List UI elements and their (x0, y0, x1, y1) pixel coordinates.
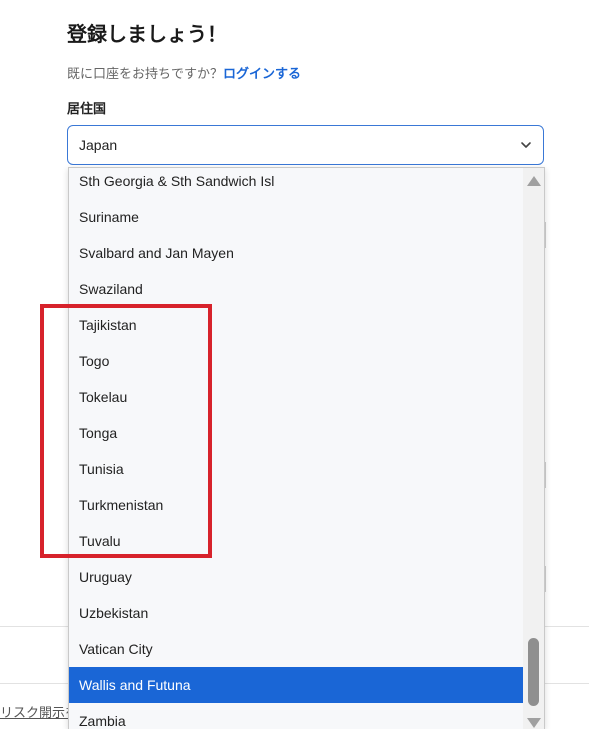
country-select[interactable]: Japan (67, 125, 544, 165)
dropdown-option[interactable]: Swaziland (69, 271, 524, 307)
page-title: 登録しましょう！ (67, 24, 227, 46)
background-field-edge (545, 566, 546, 592)
footer-partial-text: リスク開示を (0, 702, 78, 721)
scroll-thumb[interactable] (528, 638, 539, 706)
dropdown-options: Sth Georgia & Sth Sandwich Isl Suriname Sv… (69, 168, 524, 729)
login-prompt: 既に口座をお持ちですか？ログインする (67, 63, 301, 82)
dropdown-option[interactable]: Togo (69, 343, 524, 379)
dropdown-scrollbar[interactable] (523, 168, 544, 729)
dropdown-option[interactable]: Tunisia (69, 451, 524, 487)
scroll-up-arrow-icon[interactable] (527, 176, 541, 186)
dropdown-option[interactable]: Zambia (69, 703, 524, 729)
dropdown-option[interactable]: Vatican City (69, 631, 524, 667)
dropdown-option[interactable]: Tuvalu (69, 523, 524, 559)
dropdown-option[interactable]: Uzbekistan (69, 595, 524, 631)
risk-disclosure-link[interactable]: リスク開示を (0, 705, 78, 720)
background-field-edge (545, 462, 546, 488)
country-dropdown-list[interactable]: Sth Georgia & Sth Sandwich Isl Suriname Sv… (68, 167, 545, 729)
country-field-label: 居住国 (67, 101, 107, 116)
dropdown-option[interactable]: Tokelau (69, 379, 524, 415)
dropdown-option[interactable]: Svalbard and Jan Mayen (69, 235, 524, 271)
dropdown-option[interactable]: Uruguay (69, 559, 524, 595)
chevron-down-icon (521, 142, 531, 148)
dropdown-option[interactable]: Turkmenistan (69, 487, 524, 523)
background-field-edge (545, 222, 546, 248)
dropdown-option[interactable]: Sth Georgia & Sth Sandwich Isl (69, 168, 524, 199)
dropdown-option[interactable]: Tonga (69, 415, 524, 451)
country-select-value: Japan (79, 137, 118, 153)
scroll-down-arrow-icon[interactable] (527, 718, 541, 728)
dropdown-option[interactable]: Suriname (69, 199, 524, 235)
login-prompt-text: 既に口座をお持ちですか？ (67, 66, 224, 81)
login-link[interactable]: ログインする (223, 66, 301, 81)
dropdown-option[interactable]: Wallis and Futuna (69, 667, 524, 703)
dropdown-option[interactable]: Tajikistan (69, 307, 524, 343)
